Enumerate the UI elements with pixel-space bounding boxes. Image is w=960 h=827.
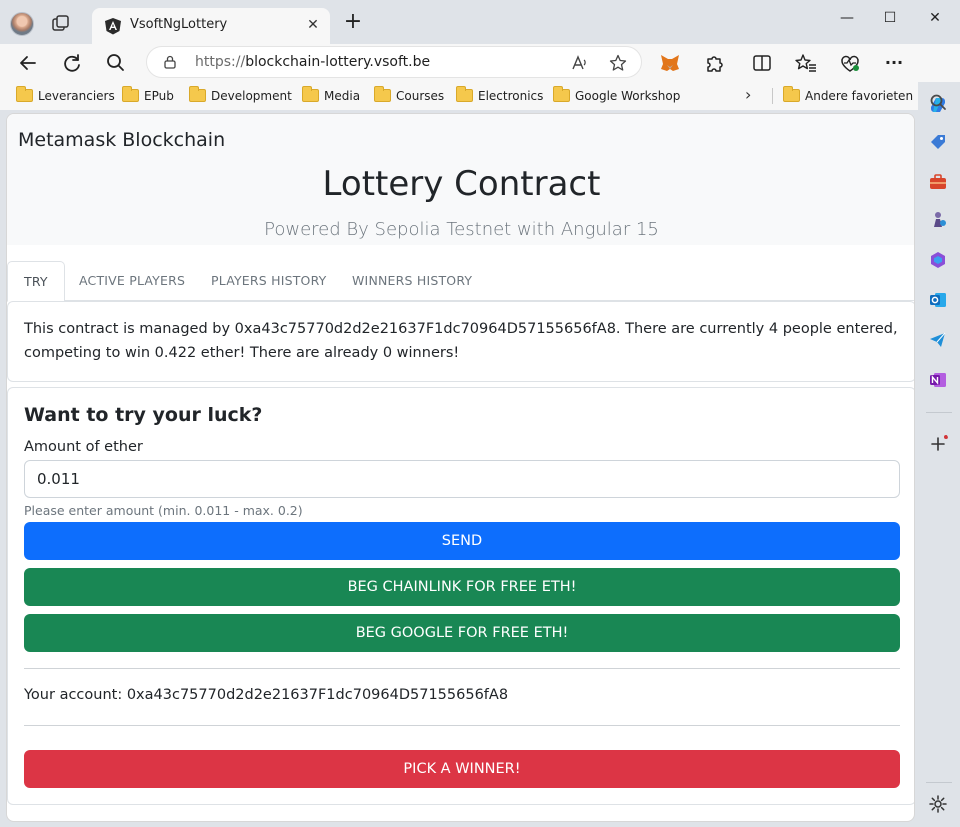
folder-icon bbox=[16, 86, 33, 102]
divider bbox=[24, 725, 900, 726]
metamask-fox-icon[interactable] bbox=[656, 49, 684, 77]
onenote-icon[interactable] bbox=[928, 370, 948, 390]
profile-avatar[interactable] bbox=[10, 12, 34, 36]
bookmark-label: Courses bbox=[396, 89, 445, 103]
bookmark-label: Google Workshop bbox=[575, 89, 681, 103]
tools-briefcase-icon[interactable] bbox=[928, 172, 948, 192]
read-aloud-icon[interactable] bbox=[571, 54, 589, 72]
account-address: Your account: 0xa43c75770d2d2e21637F1dc7… bbox=[24, 687, 509, 703]
url-text[interactable]: https://blockchain-lottery.vsoft.be bbox=[195, 54, 430, 70]
tab-active-players[interactable]: ACTIVE PLAYERS bbox=[63, 261, 201, 301]
angular-icon bbox=[105, 18, 121, 35]
contract-info-text: This contract is managed by 0xa43c75770d… bbox=[24, 321, 898, 361]
more-menu-icon[interactable]: ··· bbox=[880, 49, 908, 77]
bookmark-folder[interactable]: Development bbox=[189, 86, 292, 105]
folder-icon bbox=[189, 86, 206, 102]
bookmarks-bar: Leveranciers EPub Development Media Cour… bbox=[0, 82, 960, 110]
bookmark-folder[interactable]: Electronics bbox=[456, 86, 544, 105]
beg-google-button[interactable]: BEG GOOGLE FOR FREE ETH! bbox=[24, 614, 900, 652]
shopping-tag-icon[interactable] bbox=[928, 132, 948, 152]
folder-icon bbox=[456, 86, 473, 102]
search-icon[interactable] bbox=[102, 49, 130, 77]
workspaces-icon[interactable] bbox=[50, 13, 72, 35]
hero-header: Metamask Blockchain Lottery Contract Pow… bbox=[7, 114, 914, 245]
bookmark-folder-other-favorites[interactable]: Andere favorieten bbox=[783, 86, 914, 105]
bookmark-folder[interactable]: Media bbox=[302, 86, 361, 105]
search-sidebar-icon[interactable] bbox=[928, 92, 948, 112]
bookmark-label: Development bbox=[211, 89, 292, 103]
try-luck-card: Want to try your luck? Amount of ether P… bbox=[7, 387, 914, 805]
beg-chainlink-button[interactable]: BEG CHAINLINK FOR FREE ETH! bbox=[24, 568, 900, 606]
bookmarks-divider bbox=[772, 88, 773, 104]
tab-try[interactable]: TRY bbox=[7, 261, 65, 302]
games-chess-icon[interactable] bbox=[928, 210, 948, 230]
close-tab-icon[interactable]: ✕ bbox=[304, 16, 322, 34]
telegram-send-icon[interactable] bbox=[928, 330, 948, 350]
sidebar-divider bbox=[926, 782, 952, 783]
bookmark-folder[interactable]: Google Workshop bbox=[553, 86, 681, 105]
content-tabs: TRY ACTIVE PLAYERS PLAYERS HISTORY WINNE… bbox=[7, 261, 914, 302]
tab-winners-history[interactable]: WINNERS HISTORY bbox=[336, 261, 488, 301]
tab-strip: VsoftNgLottery ✕ + — ☐ ✕ bbox=[0, 0, 960, 44]
refresh-icon[interactable] bbox=[58, 49, 86, 77]
outlook-icon[interactable] bbox=[928, 290, 948, 310]
divider bbox=[24, 668, 900, 669]
page-viewport: Metamask Blockchain Lottery Contract Pow… bbox=[6, 113, 915, 822]
amount-label: Amount of ether bbox=[24, 439, 143, 455]
pick-winner-button[interactable]: PICK A WINNER! bbox=[24, 750, 900, 788]
folder-icon bbox=[302, 86, 319, 102]
navbar-brand[interactable]: Metamask Blockchain bbox=[18, 129, 225, 151]
close-window-button[interactable]: ✕ bbox=[920, 8, 950, 28]
browser-essentials-icon[interactable] bbox=[836, 49, 864, 77]
bookmark-label: Andere favorieten bbox=[805, 89, 914, 103]
browser-toolbar: https://blockchain-lottery.vsoft.be ··· bbox=[0, 44, 960, 82]
back-icon[interactable] bbox=[14, 49, 42, 77]
bookmark-folder[interactable]: EPub bbox=[122, 86, 174, 105]
bookmark-label: Leveranciers bbox=[38, 89, 115, 103]
edge-sidebar bbox=[918, 82, 960, 827]
microsoft-365-icon[interactable] bbox=[928, 250, 948, 270]
new-tab-button[interactable]: + bbox=[342, 11, 364, 34]
amount-input[interactable] bbox=[24, 460, 900, 498]
folder-icon bbox=[374, 86, 391, 102]
bookmark-folder[interactable]: Courses bbox=[374, 86, 445, 105]
address-bar[interactable]: https://blockchain-lottery.vsoft.be bbox=[146, 46, 642, 78]
page-subtitle: Powered By Sepolia Testnet with Angular … bbox=[264, 219, 659, 240]
tab-title: VsoftNgLottery bbox=[130, 17, 228, 32]
lock-icon[interactable] bbox=[163, 55, 177, 69]
minimize-button[interactable]: — bbox=[832, 8, 862, 28]
favorites-icon[interactable] bbox=[792, 49, 820, 77]
extensions-puzzle-icon[interactable] bbox=[700, 49, 728, 77]
sidebar-divider bbox=[926, 412, 952, 413]
bookmark-folder[interactable]: Leveranciers bbox=[16, 86, 115, 105]
bookmark-label: EPub bbox=[144, 89, 174, 103]
bookmarks-overflow-icon[interactable]: › bbox=[745, 86, 751, 104]
add-sidebar-app-icon[interactable] bbox=[928, 434, 948, 454]
split-screen-icon[interactable] bbox=[748, 49, 776, 77]
amount-help-text: Please enter amount (min. 0.011 - max. 0… bbox=[24, 503, 303, 518]
contract-info-card: This contract is managed by 0xa43c75770d… bbox=[7, 301, 914, 382]
folder-icon bbox=[553, 86, 570, 102]
bookmark-label: Electronics bbox=[478, 89, 544, 103]
maximize-button[interactable]: ☐ bbox=[875, 8, 905, 28]
page-title: Lottery Contract bbox=[322, 164, 601, 204]
url-protocol: https:// bbox=[195, 54, 246, 70]
bookmark-label: Media bbox=[324, 89, 361, 103]
url-host: blockchain-lottery.vsoft.be bbox=[245, 54, 431, 70]
folder-icon bbox=[122, 86, 139, 102]
try-luck-heading: Want to try your luck? bbox=[24, 404, 263, 426]
tab-players-history[interactable]: PLAYERS HISTORY bbox=[195, 261, 343, 301]
tab-vsoftnglottery[interactable]: VsoftNgLottery ✕ bbox=[92, 8, 330, 44]
send-button[interactable]: SEND bbox=[24, 522, 900, 560]
settings-gear-icon[interactable] bbox=[928, 794, 948, 814]
favorite-star-icon[interactable] bbox=[609, 54, 627, 72]
folder-icon bbox=[783, 86, 800, 102]
